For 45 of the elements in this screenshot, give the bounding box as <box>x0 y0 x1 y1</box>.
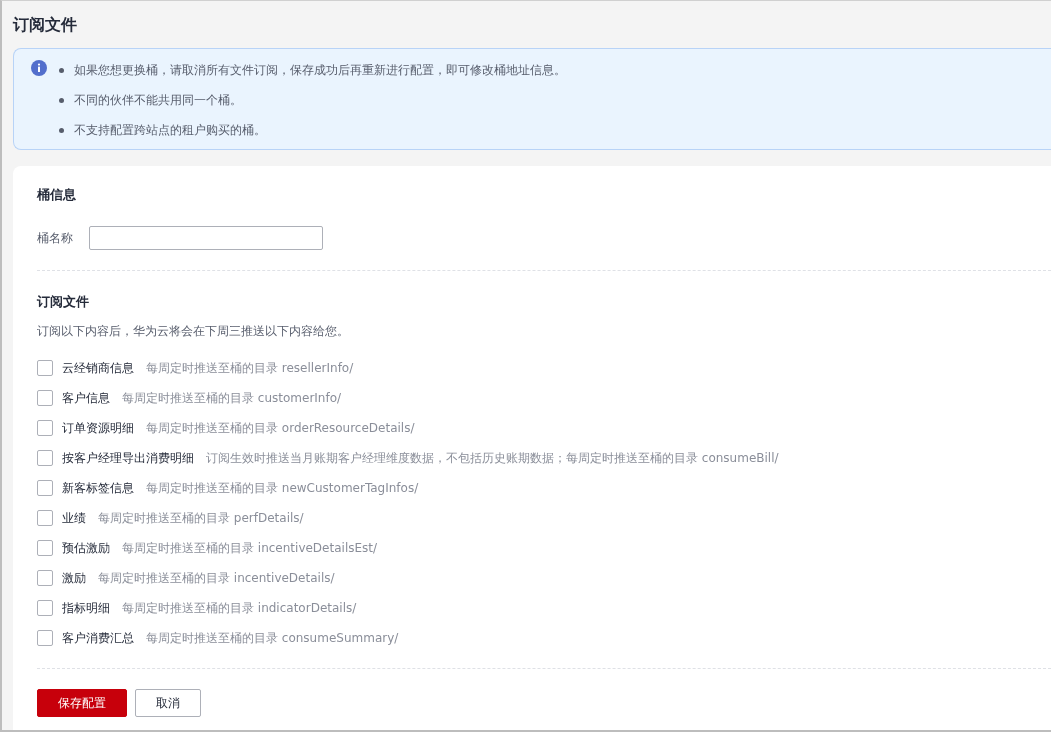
checkbox[interactable] <box>37 630 53 646</box>
option-hint: 订阅生效时推送当月账期客户经理维度数据，不包括历史账期数据；每周定时推送至桶的目录 consumeBill/ <box>206 449 779 467</box>
option-hint: 每周定时推送至桶的目录 indicatorDetails/ <box>122 599 357 617</box>
notice-text: 不支持配置跨站点的租户购买的桶。 <box>74 121 266 139</box>
checkbox[interactable] <box>37 480 53 496</box>
bullet-icon <box>59 127 64 133</box>
cancel-button[interactable]: 取消 <box>135 689 201 717</box>
bullet-icon <box>59 67 64 73</box>
option-hint: 每周定时推送至桶的目录 resellerInfo/ <box>146 359 354 377</box>
option-label: 客户信息 <box>62 389 110 407</box>
checkbox[interactable] <box>37 540 53 556</box>
option-hint: 每周定时推送至桶的目录 customerInfo/ <box>122 389 342 407</box>
option-label: 云经销商信息 <box>62 359 134 377</box>
field-label: 桶名称 <box>37 229 73 247</box>
section-title: 订阅文件 <box>37 293 89 311</box>
option-hint: 每周定时推送至桶的目录 incentiveDetails/ <box>98 569 335 587</box>
checkbox[interactable] <box>37 600 53 616</box>
option-hint: 每周定时推送至桶的目录 newCustomerTagInfos/ <box>146 479 419 497</box>
option-label: 客户消费汇总 <box>62 629 134 647</box>
option-label: 订单资源明细 <box>62 419 134 437</box>
notice-text: 如果您想更换桶，请取消所有文件订阅，保存成功后再重新进行配置，即可修改桶地址信息。 <box>74 61 566 79</box>
save-button[interactable]: 保存配置 <box>37 689 127 717</box>
option-hint: 每周定时推送至桶的目录 consumeSummary/ <box>146 629 399 647</box>
checkbox[interactable] <box>37 510 53 526</box>
checkbox[interactable] <box>37 390 53 406</box>
info-icon <box>31 60 47 76</box>
option-hint: 每周定时推送至桶的目录 incentiveDetailsEst/ <box>122 539 378 557</box>
option-label: 预估激励 <box>62 539 110 557</box>
notice-text: 不同的伙伴不能共用同一个桶。 <box>74 91 242 109</box>
option-label: 新客标签信息 <box>62 479 134 497</box>
bullet-icon <box>59 97 64 103</box>
checkbox[interactable] <box>37 450 53 466</box>
section-title: 桶信息 <box>37 186 76 204</box>
option-label: 指标明细 <box>62 599 110 617</box>
checkbox[interactable] <box>37 360 53 376</box>
option-label: 业绩 <box>62 509 86 527</box>
option-label: 按客户经理导出消费明细 <box>62 449 194 467</box>
page-title: 订阅文件 <box>13 14 77 36</box>
option-label: 激励 <box>62 569 86 587</box>
bucket-name-input[interactable] <box>89 226 323 250</box>
option-hint: 每周定时推送至桶的目录 perfDetails/ <box>98 509 304 527</box>
checkbox[interactable] <box>37 420 53 436</box>
section-description: 订阅以下内容后，华为云将会在下周三推送以下内容给您。 <box>37 323 349 340</box>
checkbox[interactable] <box>37 570 53 586</box>
option-hint: 每周定时推送至桶的目录 orderResourceDetails/ <box>146 419 415 437</box>
